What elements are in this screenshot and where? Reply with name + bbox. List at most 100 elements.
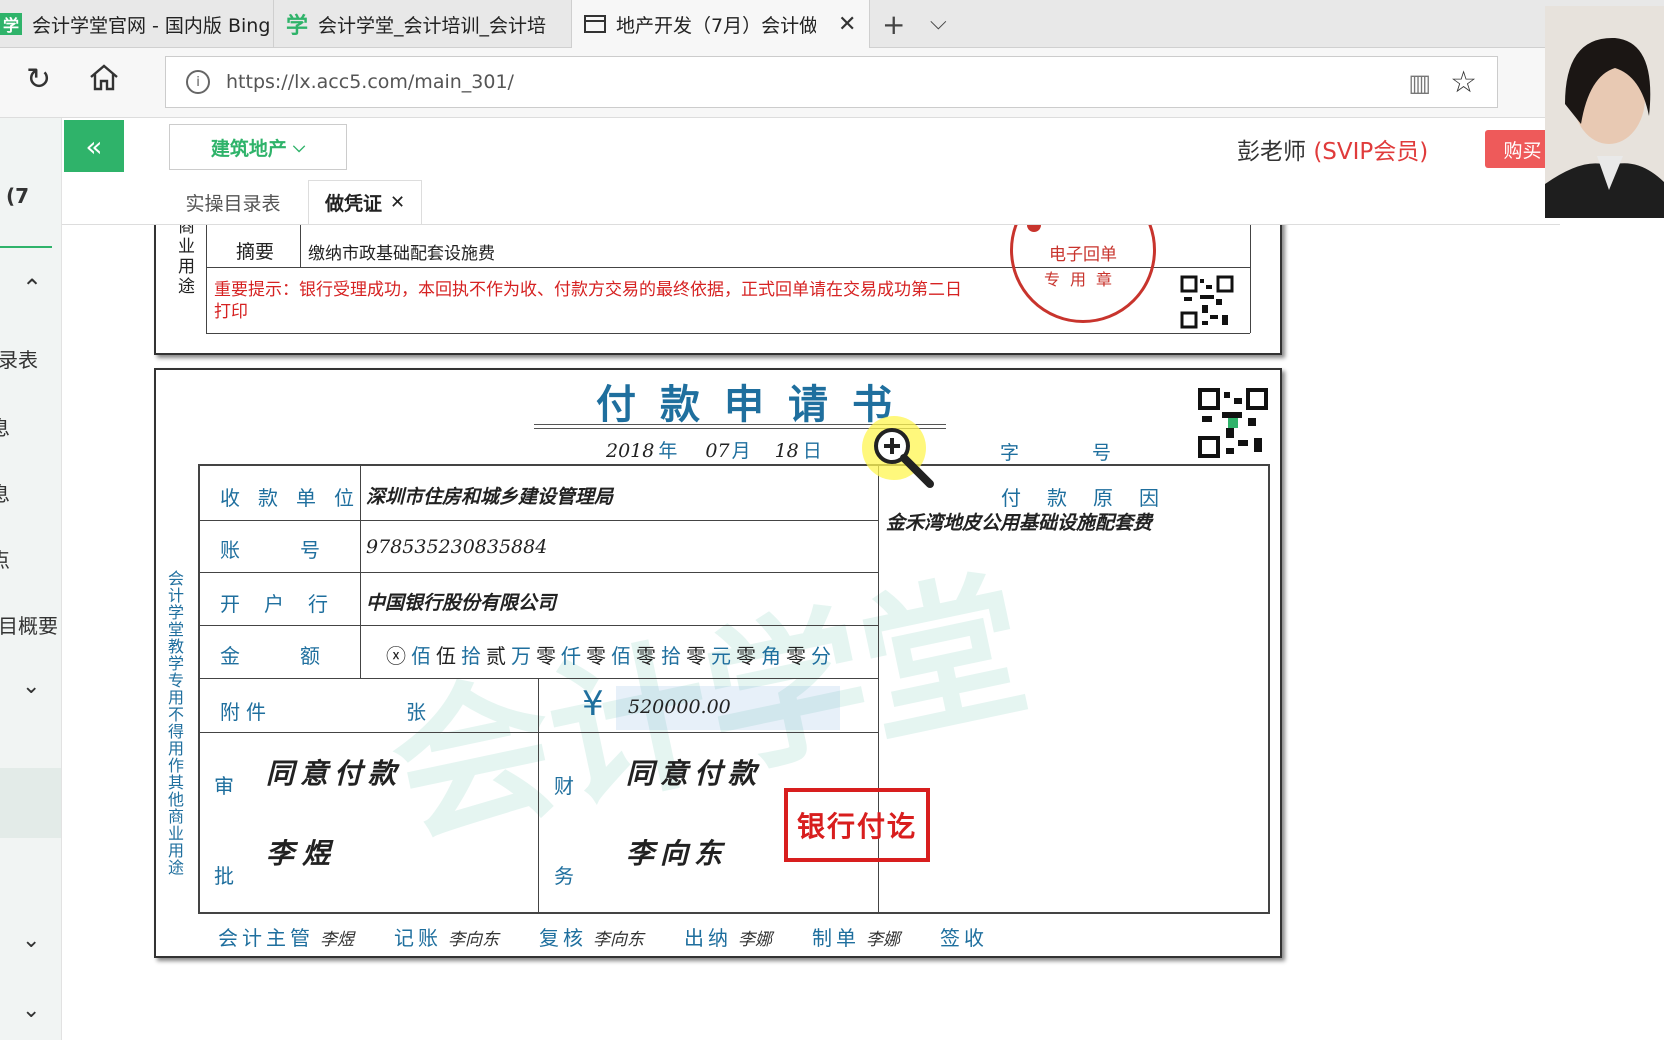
amount-word-char: 佰 (411, 644, 431, 668)
chevron-up-icon[interactable]: ⌃ (22, 274, 42, 302)
tab-voucher[interactable]: 做凭证 ✕ (308, 180, 422, 224)
amount-word-char: 仟 (561, 644, 581, 668)
payment-request-form: 会计学堂 付款申请书 2018 年 07 月 18 日 字 号 会计学堂教学专用 不得用作… (154, 368, 1282, 958)
approve-label: 批 (214, 864, 252, 888)
form-date: 2018 年 07 月 18 日 (606, 440, 822, 462)
info-icon: i (186, 70, 210, 94)
tab-title: 地产开发（7月）会计做 (616, 14, 816, 37)
bank-label: 开户行 (220, 592, 352, 616)
footer-label: 制单 (812, 926, 860, 950)
chevron-down-icon[interactable]: ⌄ (22, 674, 40, 699)
hao-label: 号 (1092, 442, 1112, 464)
footer-name: 李煜 (320, 930, 354, 950)
app-header: « 建筑地产 ⌵ 彭老师 (SVIP会员) 购买 实操目录表 做凭证 ✕ (62, 118, 1560, 225)
footer-label: 出纳 (684, 926, 732, 950)
sidebar-item[interactable]: 息 (0, 412, 10, 441)
bank-value: 中国银行股份有限公司 (366, 592, 557, 614)
qr-code-icon (1180, 275, 1234, 329)
footer-signature: 制单 李娜 (812, 922, 900, 951)
user-info: 彭老师 (SVIP会员) (1237, 132, 1428, 166)
footer-name: 李向东 (593, 930, 644, 950)
stamp-text: 电子回单 (1049, 245, 1117, 265)
amount-word-char: 拾 (661, 644, 681, 668)
sidebar-item[interactable]: 录表 (0, 344, 38, 373)
webcam-overlay (1545, 6, 1664, 218)
footer-signature: 记账 李向东 (394, 922, 499, 951)
summary-value: 缴纳市政基础配套设施费 (308, 244, 495, 264)
finance-name: 李向东 (626, 837, 729, 870)
close-tab-icon[interactable]: ✕ (838, 12, 856, 37)
amount-word-char: ⓧ (386, 644, 406, 668)
stamp-text: 行 (1125, 225, 1141, 228)
site-logo-icon: 学 (286, 14, 309, 39)
attach-unit: 张 (406, 700, 444, 724)
payee-value: 深圳市住房和城乡建设管理局 (366, 486, 614, 508)
sidebar-item[interactable]: 目概要 (0, 610, 58, 639)
browser-tab-acc5[interactable]: 学 会计学堂_会计培训_会计培 (274, 0, 572, 48)
sidebar-active-row (0, 768, 61, 838)
amount-in-words: ⓧ 佰伍拾贰万零仟零佰零拾零元零角零分 (386, 640, 831, 669)
footer-label: 记账 (394, 926, 442, 950)
finance-label: 务 (554, 864, 592, 888)
tab-title: 会计学堂_会计培训_会计培 (318, 14, 547, 37)
reason-value: 金禾湾地皮公用基础设施配套费 (886, 512, 1153, 534)
bank-paid-stamp: 银行付讫 (784, 788, 930, 862)
footer-label: 会计主管 (218, 926, 314, 950)
amount-word-char: 贰 (486, 644, 506, 668)
reading-view-icon[interactable]: ▥ (1408, 69, 1431, 97)
new-tab-icon[interactable]: + (882, 8, 905, 41)
zi-label: 字 (1000, 442, 1020, 464)
amount-word-char: 零 (636, 644, 656, 668)
sidebar-divider (0, 246, 52, 248)
amount-word-char: 零 (586, 644, 606, 668)
account-label: 账号 (220, 538, 380, 562)
user-level: (SVIP会员) (1313, 139, 1429, 165)
account-value: 978535230835884 (366, 536, 548, 558)
category-select[interactable]: 建筑地产 ⌵ (169, 124, 347, 170)
footer-signature: 出纳 李娜 (684, 922, 772, 951)
footer-signature: 会计主管 李煜 (218, 922, 354, 951)
sidebar-item[interactable]: 点 (0, 544, 10, 573)
amount-word-char: 佰 (611, 644, 631, 668)
yen-symbol: ¥ (582, 684, 604, 724)
amount-word-char: 零 (536, 644, 556, 668)
sidebar-item[interactable]: 息 (0, 478, 10, 507)
chevron-down-icon[interactable]: ⌄ (22, 998, 40, 1023)
zoom-in-icon[interactable] (856, 410, 942, 496)
amount-word-char: 元 (711, 644, 731, 668)
amount-word-char: 零 (736, 644, 756, 668)
footer-name: 李娜 (738, 930, 772, 950)
refresh-icon[interactable]: ↻ (26, 62, 51, 97)
approver-name: 李煜 (266, 837, 339, 870)
amount-word-char: 零 (786, 644, 806, 668)
url-text: https://lx.acc5.com/main_301/ (226, 71, 514, 93)
home-icon[interactable] (88, 62, 120, 100)
collapse-sidebar-button[interactable]: « (64, 120, 124, 172)
amount-label: 金额 (220, 644, 380, 668)
form-footer: 会计主管 李煜 记账 李向东 复核 李向东 出纳 李娜 制单 李娜 签收 (218, 922, 1034, 951)
browser-tab-active[interactable]: 地产开发（7月）会计做 (572, 0, 870, 48)
footer-signature: 签收 (940, 922, 994, 951)
tab-catalog[interactable]: 实操目录表 (174, 180, 292, 224)
stamp-text: 专用章 (1043, 270, 1122, 289)
amount-word-char: 零 (686, 644, 706, 668)
chevron-down-icon[interactable]: ⌵ (930, 10, 947, 35)
left-sidebar: (7 ⌃ 录表 息 息 点 目概要 ⌄ ⌄ ⌄ (0, 118, 62, 1040)
tab-title: 会计学堂官网 - 国内版 Bing (32, 14, 271, 37)
url-input[interactable]: i https://lx.acc5.com/main_301/ ▥ ☆ (165, 56, 1498, 108)
close-icon[interactable]: ✕ (390, 192, 405, 213)
amount-word-char: 角 (761, 644, 781, 668)
footer-label: 签收 (940, 926, 988, 950)
chevron-down-icon[interactable]: ⌄ (22, 928, 40, 953)
receipt-side-text: 商业用途 (178, 225, 195, 297)
site-logo-icon: 学 (0, 13, 22, 35)
payee-label: 收款单位 (220, 486, 372, 510)
category-label: 建筑地产 (210, 137, 287, 160)
footer-name: 李娜 (866, 930, 900, 950)
amount-word-char: 伍 (436, 644, 456, 668)
reason-label: 付款原因 (1001, 486, 1185, 510)
favorite-star-icon[interactable]: ☆ (1450, 65, 1477, 100)
chevron-down-icon: ⌵ (292, 137, 306, 156)
browser-tab-bing[interactable]: 学 会计学堂官网 - 国内版 Bing (0, 0, 274, 48)
browser-tab-bar: 学 会计学堂官网 - 国内版 Bing 学 会计学堂_会计培训_会计培 地产开发… (0, 0, 1664, 48)
